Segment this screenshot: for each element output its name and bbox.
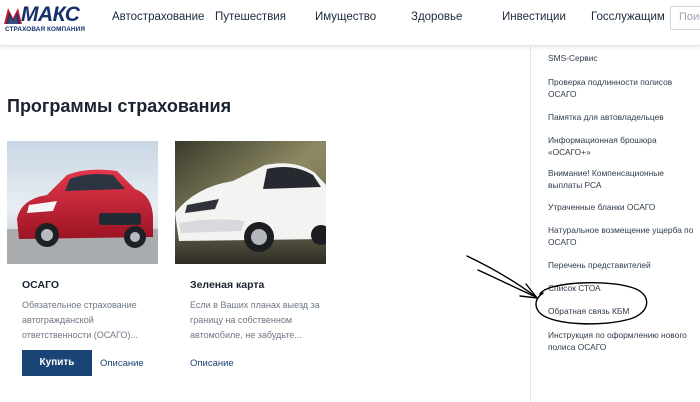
nav-civil-servants[interactable]: Госслужащим (591, 11, 665, 23)
sidebar-item-natural-compensation[interactable]: Натуральное возмещение ущерба по ОСАГО (548, 225, 698, 248)
logo-text: МАКС (21, 3, 80, 26)
nav-auto-insurance[interactable]: Автострахование (112, 11, 204, 23)
logo-mark-icon (4, 8, 22, 24)
sidebar-item-representatives[interactable]: Перечень представителей (548, 260, 698, 272)
product-card-osago: ОСАГО Обязательное страхование автогражд… (7, 141, 158, 387)
nav-investments[interactable]: Инвестиции (502, 11, 566, 23)
card-title: Зеленая карта (190, 279, 265, 291)
sidebar-item-brochure[interactable]: Информационная брошюра «ОСАГО+» (548, 135, 698, 158)
card-description: Если в Ваших планах выезд за границу на … (190, 300, 320, 340)
maks-logo[interactable]: МАКС СТРАХОВАЯ КОМПАНИЯ (4, 3, 86, 36)
product-card-green-card: Зеленая карта Если в Ваших планах выезд … (175, 141, 326, 387)
sidebar-item-kbm-feedback[interactable]: Обратная связь КБМ (548, 306, 698, 318)
description-link[interactable]: Описание (100, 358, 144, 369)
annotation-arrow-shaft (477, 269, 537, 298)
sidebar-item-policy-check[interactable]: Проверка подлинности полисов ОСАГО (548, 77, 698, 100)
section-title: Программы страхования (7, 96, 232, 116)
white-car-image (175, 141, 326, 264)
sidebar-menu: SMS-Сервис Проверка подлинности полисов … (530, 46, 700, 402)
red-car-image (7, 141, 158, 264)
annotation-arrow-shaft (466, 255, 537, 298)
sidebar-item-new-policy-instruction[interactable]: Инструкция по оформлению нового полиса О… (548, 330, 698, 353)
logo-subtitle: СТРАХОВАЯ КОМПАНИЯ (5, 26, 86, 33)
sidebar-item-lost-forms[interactable]: Утраченные бланки ОСАГО (548, 202, 698, 214)
description-link[interactable]: Описание (190, 358, 234, 369)
card-description: Обязательное страхование автогражданской… (22, 300, 138, 340)
buy-button[interactable]: Купить (22, 350, 92, 376)
nav-health[interactable]: Здоровье (411, 11, 462, 23)
nav-travel[interactable]: Путешествия (215, 11, 286, 23)
sidebar-item-driver-memo[interactable]: Памятка для автовладельцев (548, 112, 698, 124)
sidebar-item-compensation[interactable]: Внимание! Компенсационные выплаты РСА (548, 168, 698, 191)
search-input[interactable]: Поиск (670, 6, 700, 30)
nav-property[interactable]: Имущество (315, 11, 376, 23)
sidebar-item-service-stations[interactable]: Список СТОА (548, 283, 698, 295)
card-title: ОСАГО (22, 279, 60, 291)
sidebar-item-sms-service[interactable]: SMS-Сервис (548, 53, 698, 65)
site-header: МАКС СТРАХОВАЯ КОМПАНИЯ Автострахование … (0, 0, 700, 46)
